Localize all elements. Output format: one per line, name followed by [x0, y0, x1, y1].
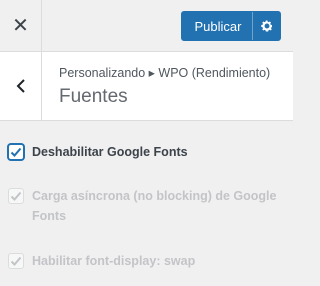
section-title: Fuentes	[59, 86, 128, 107]
checkmark-icon	[10, 191, 22, 201]
customizer-header: ✕ Publicar	[0, 0, 293, 52]
option-disable-google-fonts[interactable]: Deshabilitar Google Fonts	[8, 144, 188, 162]
async-google-fonts-checkbox	[8, 188, 24, 204]
publish-button-group: Publicar	[181, 11, 281, 41]
checkmark-icon	[10, 256, 22, 266]
scrollbar-track	[291, 121, 293, 286]
option-async-google-fonts: Carga asíncrona (no blocking) de Google …	[8, 188, 276, 226]
publish-button[interactable]: Publicar	[182, 12, 252, 40]
close-customizer-button[interactable]: ✕	[0, 0, 42, 52]
option-font-display-swap: Habilitar font-display: swap	[8, 253, 195, 271]
font-display-swap-label: Habilitar font-display: swap	[32, 254, 196, 268]
checkmark-icon	[10, 147, 22, 157]
section-header: Personalizando ▸ WPO (Rendimiento) Fuent…	[0, 52, 293, 121]
chevron-left-icon	[16, 79, 25, 93]
close-icon: ✕	[12, 15, 29, 37]
back-button[interactable]	[0, 52, 42, 120]
async-google-fonts-label: Carga asíncrona (no blocking) de Google …	[32, 186, 276, 226]
async-label-line1: Carga asíncrona (no blocking) de Google	[32, 189, 277, 203]
async-label-line2: Fonts	[32, 209, 67, 223]
font-display-swap-checkbox	[8, 253, 24, 269]
disable-google-fonts-label: Deshabilitar Google Fonts	[32, 145, 188, 159]
publish-label: Publicar	[194, 18, 242, 34]
gear-icon	[260, 20, 273, 32]
breadcrumb: Personalizando ▸ WPO (Rendimiento)	[59, 66, 271, 80]
disable-google-fonts-checkbox[interactable]	[8, 144, 24, 160]
publish-settings-button[interactable]	[252, 12, 280, 40]
